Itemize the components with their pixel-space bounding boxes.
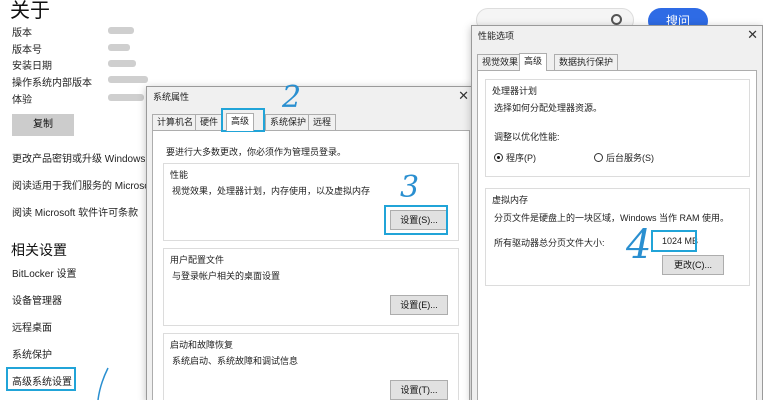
total-paging-label: 所有驱动器总分页文件大小: [494, 238, 605, 248]
tab-dep[interactable]: 数据执行保护 [554, 54, 619, 70]
highlight-paging-size [651, 230, 697, 252]
about-page: 关于 版本 版本号 安装日期 操作系统内部版本 体验 复制 更改产品密钥或升级 … [0, 0, 150, 400]
link-change-product-key[interactable]: 更改产品密钥或升级 Windows [12, 150, 145, 165]
group-title: 用户配置文件 [170, 255, 225, 265]
redacted-value [108, 44, 130, 51]
annotation-step-3: 3 [400, 170, 420, 205]
system-properties-dialog: 系统属性 ✕ 计算机名 硬件 高级 系统保护 远程 要进行大多数更改，你必须作为… [146, 86, 476, 400]
group-desc: 与登录帐户相关的桌面设置 [172, 271, 281, 281]
tab-hardware[interactable]: 硬件 [195, 114, 224, 130]
group-title: 启动和故障恢复 [170, 340, 234, 350]
group-desc: 系统启动、系统故障和调试信息 [172, 356, 299, 366]
dialog-caption: 性能选项 [478, 31, 515, 41]
annotation-step-4: 4 [626, 222, 652, 268]
group-title: 性能 [170, 170, 189, 180]
annotation-step-2: 2 [282, 80, 302, 115]
redacted-value [108, 76, 148, 83]
radio-unselected-icon [594, 153, 603, 162]
dialog-caption: 系统属性 [153, 92, 190, 102]
link-bitlocker[interactable]: BitLocker 设置 [12, 265, 76, 280]
annotation-stroke-1 [97, 367, 109, 400]
link-system-protection[interactable]: 系统保护 [12, 346, 52, 361]
close-icon[interactable]: ✕ [747, 27, 758, 43]
tab-advanced[interactable]: 高级 [519, 53, 548, 71]
related-settings-heading: 相关设置 [11, 242, 67, 258]
highlight-performance-settings [384, 205, 448, 235]
property-label: 版本 [12, 28, 32, 39]
search-icon[interactable] [611, 14, 622, 25]
redacted-value [108, 60, 136, 67]
tab-remote[interactable]: 远程 [308, 114, 337, 130]
group-title: 处理器计划 [492, 86, 538, 96]
redacted-value [108, 94, 144, 101]
group-desc: 分页文件是硬盘上的一块区域，Windows 当作 RAM 使用。 [494, 213, 730, 223]
link-services-agreement[interactable]: 阅读适用于我们服务的 Microso [12, 177, 150, 192]
link-remote-desktop[interactable]: 远程桌面 [12, 319, 52, 334]
group-processor-scheduling: 处理器计划 选择如何分配处理器资源。 调整以优化性能: 程序(P) 后台服务(S… [485, 79, 750, 177]
performance-options-dialog: 性能选项 ✕ 视觉效果 高级 数据执行保护 处理器计划 选择如何分配处理器资源。… [471, 25, 763, 400]
group-desc: 视觉效果，处理器计划，内存使用，以及虚拟内存 [172, 186, 371, 196]
group-virtual-memory: 虚拟内存 分页文件是硬盘上的一块区域，Windows 当作 RAM 使用。 所有… [485, 188, 750, 286]
adjust-label: 调整以优化性能: [494, 132, 560, 142]
close-icon[interactable]: ✕ [458, 88, 469, 104]
radio-background-services[interactable]: 后台服务(S) [594, 151, 654, 164]
property-label: 安装日期 [12, 61, 52, 72]
page-title: 关于 [10, 0, 50, 22]
change-virtual-memory-button[interactable]: 更改(C)... [662, 255, 724, 275]
highlight-advanced-settings [6, 367, 76, 391]
radio-programs[interactable]: 程序(P) [494, 151, 536, 164]
startup-settings-button[interactable]: 设置(T)... [390, 380, 448, 400]
tab-system-protection[interactable]: 系统保护 [265, 114, 312, 130]
group-startup-recovery: 启动和故障恢复 系统启动、系统故障和调试信息 设置(T)... [163, 333, 459, 400]
tab-panel-advanced: 处理器计划 选择如何分配处理器资源。 调整以优化性能: 程序(P) 后台服务(S… [477, 70, 757, 400]
property-label: 操作系统内部版本 [12, 78, 92, 89]
tab-panel-advanced: 要进行大多数更改，你必须作为管理员登录。 性能 视觉效果，处理器计划，内存使用，… [152, 130, 470, 400]
link-license-terms[interactable]: 阅读 Microsoft 软件许可条款 [12, 204, 138, 219]
redacted-value [108, 27, 134, 34]
tab-bar: 计算机名 硬件 高级 系统保护 远程 [152, 113, 472, 131]
group-user-profiles: 用户配置文件 与登录帐户相关的桌面设置 设置(E)... [163, 248, 459, 326]
tab-advanced[interactable]: 高级 [226, 113, 255, 131]
tab-bar: 视觉效果 高级 数据执行保护 [477, 53, 757, 71]
tab-computer-name[interactable]: 计算机名 [152, 114, 199, 130]
tab-visual-effects[interactable]: 视觉效果 [477, 54, 524, 70]
user-profile-settings-button[interactable]: 设置(E)... [390, 295, 448, 315]
group-desc: 选择如何分配处理器资源。 [494, 103, 603, 113]
property-label: 版本号 [12, 45, 42, 56]
radio-selected-icon [494, 153, 503, 162]
link-device-manager[interactable]: 设备管理器 [12, 292, 62, 307]
copy-button[interactable]: 复制 [12, 114, 74, 136]
property-label: 体验 [12, 95, 32, 106]
admin-note: 要进行大多数更改，你必须作为管理员登录。 [166, 147, 347, 157]
group-title: 虚拟内存 [492, 195, 529, 205]
